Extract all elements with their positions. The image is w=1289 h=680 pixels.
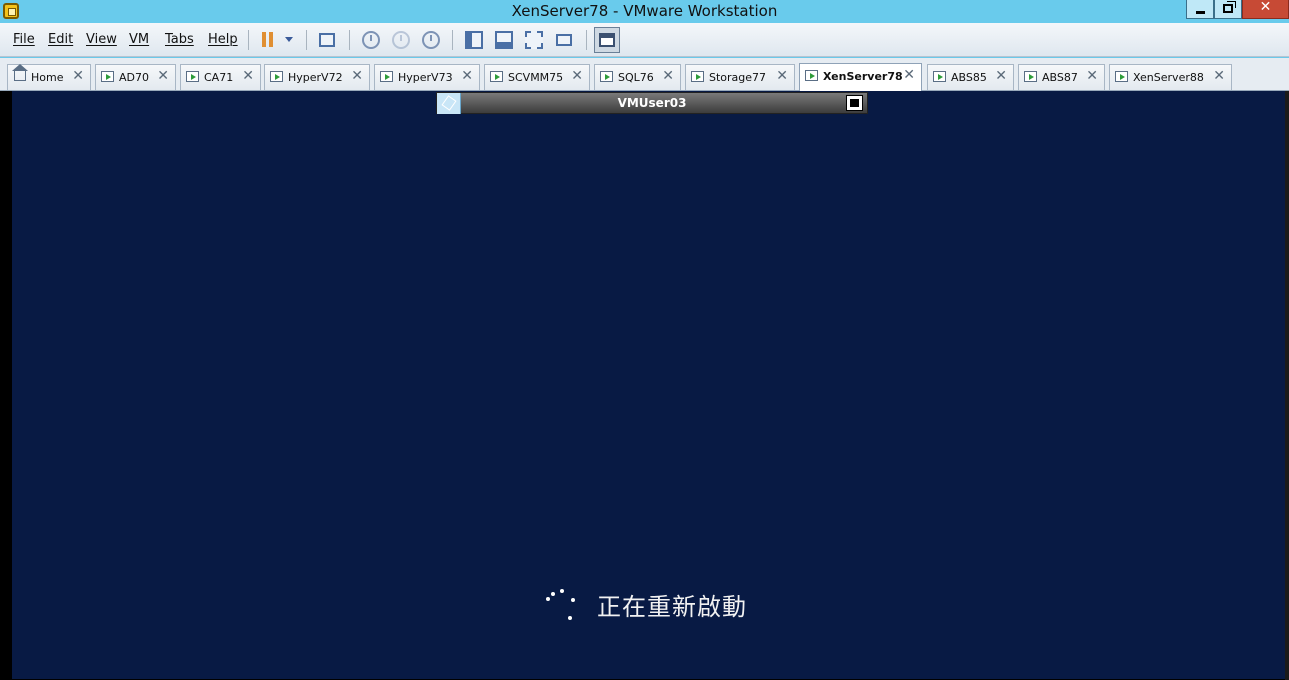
tab-close-icon[interactable]: ✕ (461, 68, 473, 84)
vm-console-right-border (1285, 91, 1289, 680)
show-library-icon[interactable] (465, 31, 483, 49)
tab-close-icon[interactable]: ✕ (157, 68, 169, 84)
spinner-dot (568, 616, 572, 620)
vm-icon (691, 71, 704, 82)
restore-icon (1223, 1, 1236, 13)
unity-icon[interactable] (556, 34, 572, 46)
tab-label: HyperV72 (288, 71, 343, 84)
window-title-bar[interactable]: XenServer78 - VMware Workstation ✕ (0, 0, 1289, 23)
vm-icon (933, 71, 946, 82)
tab-close-icon[interactable]: ✕ (1213, 68, 1225, 84)
menu-file[interactable]: File (13, 32, 35, 47)
toolbar-separator (349, 30, 350, 50)
tab-xenserver78[interactable]: XenServer78 ✕ (799, 63, 922, 91)
tab-abs85[interactable]: ABS85 ✕ (927, 64, 1014, 90)
vm-icon (380, 71, 393, 82)
tab-xenserver88[interactable]: XenServer88 ✕ (1109, 64, 1232, 90)
tab-hyperv73[interactable]: HyperV73 ✕ (374, 64, 480, 90)
close-icon: ✕ (1259, 0, 1272, 15)
tab-close-icon[interactable]: ✕ (72, 68, 84, 84)
home-icon (12, 64, 28, 81)
vm-icon (101, 71, 114, 82)
send-ctrl-alt-del-icon[interactable] (319, 33, 335, 47)
tab-label: CA71 (204, 71, 234, 84)
window-controls: ✕ (1186, 0, 1289, 20)
spinner-dot (546, 597, 550, 601)
window-title: XenServer78 - VMware Workstation (511, 2, 778, 20)
tab-label: SQL76 (618, 71, 654, 84)
toolbar-separator (306, 30, 307, 50)
vm-icon (1024, 71, 1037, 82)
pause-icon[interactable] (259, 31, 277, 49)
vm-icon (186, 71, 199, 82)
tab-close-icon[interactable]: ✕ (1086, 68, 1098, 84)
tab-label: HyperV73 (398, 71, 453, 84)
minimize-icon (1196, 11, 1205, 14)
restore-window-icon[interactable] (846, 95, 863, 111)
tab-close-icon[interactable]: ✕ (662, 68, 674, 84)
vm-icon (1115, 71, 1128, 82)
toolbar-separator (248, 30, 249, 50)
tab-scvmm75[interactable]: SCVMM75 ✕ (484, 64, 590, 90)
vm-tab-strip: Home ✕ AD70 ✕ CA71 ✕ HyperV72 ✕ HyperV73… (0, 58, 1289, 91)
full-screen-icon[interactable] (525, 31, 543, 49)
minimize-button[interactable] (1186, 0, 1214, 19)
menu-view[interactable]: View (86, 32, 117, 47)
toolbar-separator (452, 30, 453, 50)
tab-abs87[interactable]: ABS87 ✕ (1018, 64, 1105, 90)
tab-label: AD70 (119, 71, 149, 84)
tab-close-icon[interactable]: ✕ (776, 68, 788, 84)
tab-label: XenServer88 (1133, 71, 1204, 84)
tab-close-icon[interactable]: ✕ (242, 68, 254, 84)
tab-close-icon[interactable]: ✕ (995, 68, 1007, 84)
take-snapshot-icon[interactable] (362, 31, 380, 49)
snapshot-manager-icon[interactable] (422, 31, 440, 49)
show-thumbnail-bar-icon[interactable] (495, 31, 513, 49)
menu-vm[interactable]: VM (129, 32, 149, 47)
spinner-dot (551, 592, 555, 596)
tab-close-icon[interactable]: ✕ (351, 68, 363, 84)
tab-ca71[interactable]: CA71 ✕ (180, 64, 261, 90)
console-view-button[interactable] (594, 27, 620, 53)
tab-label: ABS85 (951, 71, 987, 84)
tab-ad70[interactable]: AD70 ✕ (95, 64, 176, 90)
revert-snapshot-icon[interactable] (392, 31, 410, 49)
remote-session-title: VMUser03 (617, 96, 687, 110)
vm-icon (805, 70, 818, 81)
loading-spinner-icon (544, 586, 578, 622)
vm-icon (490, 71, 503, 82)
spinner-dot (560, 589, 564, 593)
close-button[interactable]: ✕ (1242, 0, 1289, 19)
toolbar-separator (586, 30, 587, 50)
tab-hyperv72[interactable]: HyperV72 ✕ (264, 64, 370, 90)
menu-edit[interactable]: Edit (48, 32, 73, 47)
spinner-dot (571, 598, 575, 602)
tab-label: Storage77 (709, 71, 767, 84)
tab-label: SCVMM75 (508, 71, 564, 84)
menu-help[interactable]: Help (208, 32, 238, 47)
tab-label: XenServer78 (823, 70, 903, 83)
console-view-icon (599, 33, 615, 47)
menu-tabs[interactable]: Tabs (165, 32, 194, 47)
menu-toolbar: File Edit View VM Tabs Help (0, 23, 1289, 57)
tab-storage77[interactable]: Storage77 ✕ (685, 64, 795, 90)
power-dropdown-icon[interactable] (285, 37, 293, 42)
tab-close-icon[interactable]: ✕ (571, 68, 583, 84)
tab-sql76[interactable]: SQL76 ✕ (594, 64, 681, 90)
restore-button[interactable] (1214, 0, 1242, 19)
vm-icon (270, 71, 283, 82)
tab-close-icon[interactable]: ✕ (903, 67, 915, 83)
tab-home[interactable]: Home ✕ (7, 64, 91, 90)
tab-label: Home (31, 71, 64, 84)
vm-console-left-border (0, 91, 12, 680)
tab-label: ABS87 (1042, 71, 1078, 84)
restarting-status-text: 正在重新啟動 (597, 593, 747, 621)
vm-icon (600, 71, 613, 82)
remote-session-bar[interactable]: VMUser03 (436, 92, 868, 114)
